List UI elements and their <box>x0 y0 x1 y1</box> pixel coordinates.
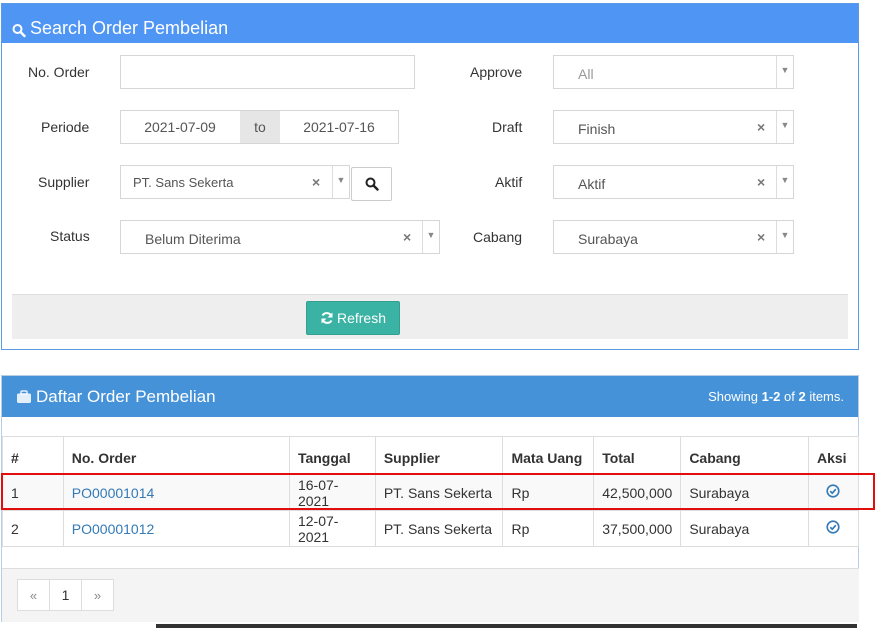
approve-dropdown-icon[interactable]: ▼ <box>776 56 793 88</box>
periode-from-input[interactable]: 2021-07-09 <box>121 111 239 143</box>
periode-label: Periode <box>41 119 90 135</box>
check-circle-icon[interactable] <box>826 484 841 498</box>
draft-clear-icon[interactable]: × <box>757 119 765 135</box>
draft-select[interactable]: Finish × ▼ <box>553 110 794 144</box>
column-header[interactable]: Cabang <box>680 436 809 475</box>
periode-range: 2021-07-09 to 2021-07-16 <box>120 110 399 144</box>
supplier-value: PT. Sans Sekerta <box>133 175 234 190</box>
order-list-summary: Showing 1-2 of 2 items. <box>708 389 844 404</box>
aktif-select[interactable]: Aktif × ▼ <box>553 165 794 199</box>
row-number: 2 <box>2 510 64 547</box>
status-label: Status <box>50 228 90 244</box>
pagination-next[interactable]: » <box>81 579 114 611</box>
draft-value: Finish <box>578 121 616 137</box>
cabang-label: Cabang <box>473 229 523 245</box>
order-supplier: PT. Sans Sekerta <box>374 474 504 511</box>
order-total: 37,500,000 <box>593 510 682 547</box>
no-order-input[interactable] <box>120 55 415 89</box>
order-list-panel: Daftar Order Pembelian Showing 1-2 of 2 … <box>1 375 860 622</box>
column-header: Aksi <box>807 436 860 475</box>
pagination: « 1 » <box>17 579 114 611</box>
table-header-row: # No. Order Tanggal Supplier Mata Uang T… <box>2 436 860 475</box>
status-value: Belum Diterima <box>145 231 241 247</box>
cabang-clear-icon[interactable]: × <box>757 229 765 245</box>
supplier-dropdown-icon[interactable]: ▼ <box>332 166 349 198</box>
cabang-value: Surabaya <box>578 231 638 247</box>
order-date: 12-07-2021 <box>288 510 376 547</box>
order-currency: Rp <box>502 510 595 547</box>
aktif-value: Aktif <box>578 176 606 192</box>
status-clear-icon[interactable]: × <box>403 229 411 245</box>
bottom-strip <box>156 624 857 628</box>
supplier-clear-icon[interactable]: × <box>312 174 320 190</box>
aktif-dropdown-icon[interactable]: ▼ <box>776 166 793 198</box>
refresh-icon <box>321 312 333 324</box>
search-icon <box>365 177 379 191</box>
aktif-clear-icon[interactable]: × <box>757 174 765 190</box>
pagination-area: « 1 » <box>2 568 859 622</box>
table-row: 2 PO00001012 12-07-2021 PT. Sans Sekerta… <box>2 510 860 547</box>
status-dropdown-icon[interactable]: ▼ <box>422 221 439 253</box>
column-header: # <box>2 436 64 475</box>
approve-value: All <box>578 66 594 82</box>
approve-select[interactable]: All ▼ <box>553 55 794 89</box>
cabang-select[interactable]: Surabaya × ▼ <box>553 220 794 254</box>
row-number: 1 <box>2 474 64 511</box>
search-panel-title: Search Order Pembelian <box>30 17 229 38</box>
draft-label: Draft <box>492 119 523 135</box>
order-list-header: Daftar Order Pembelian Showing 1-2 of 2 … <box>2 376 858 417</box>
aktif-label: Aktif <box>495 174 523 190</box>
pagination-page[interactable]: 1 <box>49 579 82 611</box>
search-icon <box>12 23 26 37</box>
refresh-button[interactable]: Refresh <box>306 301 400 335</box>
order-table: # No. Order Tanggal Supplier Mata Uang T… <box>2 436 860 547</box>
draft-dropdown-icon[interactable]: ▼ <box>776 111 793 143</box>
search-panel: Search Order Pembelian No. Order Periode… <box>1 3 859 350</box>
order-branch: Surabaya <box>680 474 809 511</box>
column-header[interactable]: No. Order <box>62 436 290 475</box>
order-action <box>807 474 860 511</box>
periode-to-label: to <box>240 111 280 143</box>
order-currency: Rp <box>502 474 595 511</box>
refresh-label: Refresh <box>336 310 387 326</box>
column-header[interactable]: Mata Uang <box>502 436 595 475</box>
column-header[interactable]: Supplier <box>374 436 504 475</box>
briefcase-icon <box>17 389 31 403</box>
supplier-search-button[interactable] <box>351 167 392 201</box>
order-link[interactable]: PO00001014 <box>72 485 155 501</box>
column-header[interactable]: Total <box>593 436 682 475</box>
table-row: 1 PO00001014 16-07-2021 PT. Sans Sekerta… <box>2 474 860 511</box>
order-list-title: Daftar Order Pembelian <box>36 386 216 406</box>
supplier-label: Supplier <box>38 174 90 190</box>
order-branch: Surabaya <box>680 510 809 547</box>
order-total: 42,500,000 <box>593 474 682 511</box>
search-actions-bar: Refresh <box>12 294 848 339</box>
periode-to-input[interactable]: 2021-07-16 <box>280 111 398 143</box>
column-header[interactable]: Tanggal <box>288 436 376 475</box>
status-select[interactable]: Belum Diterima × ▼ <box>120 220 440 254</box>
no-order-label: No. Order <box>28 64 90 80</box>
order-action <box>807 510 860 547</box>
check-circle-icon[interactable] <box>826 520 841 534</box>
approve-label: Approve <box>470 64 523 80</box>
search-panel-header: Search Order Pembelian <box>2 4 858 43</box>
order-supplier: PT. Sans Sekerta <box>374 510 504 547</box>
supplier-select[interactable]: PT. Sans Sekerta × ▼ <box>120 165 350 199</box>
pagination-prev[interactable]: « <box>17 579 50 611</box>
order-date: 16-07-2021 <box>288 474 376 511</box>
order-link[interactable]: PO00001012 <box>72 521 155 537</box>
cabang-dropdown-icon[interactable]: ▼ <box>776 221 793 253</box>
